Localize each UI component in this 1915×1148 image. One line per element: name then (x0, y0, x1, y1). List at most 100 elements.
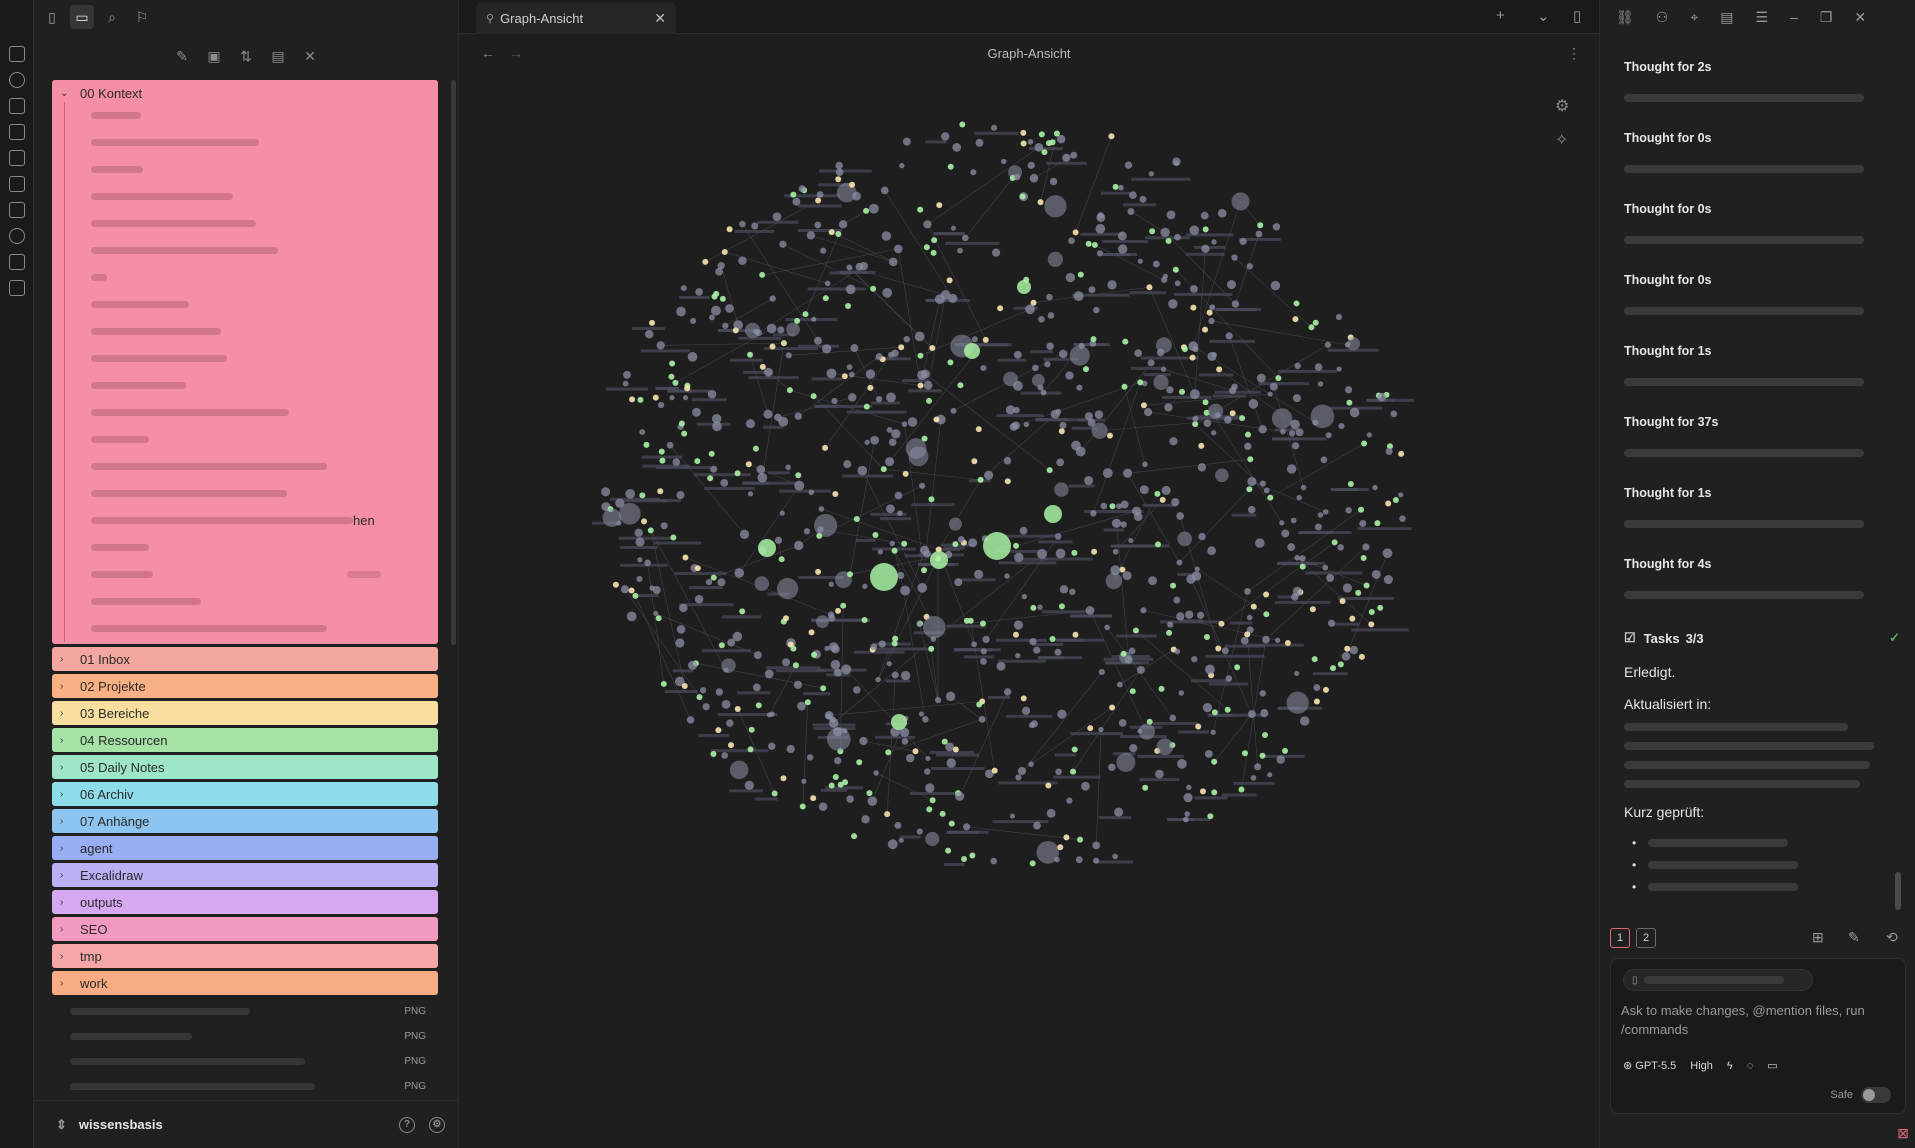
link-icon[interactable]: ⛓ (1616, 9, 1634, 26)
thought-item[interactable]: Thought for 2s (1624, 60, 1894, 131)
page-button[interactable]: 2 (1636, 928, 1656, 948)
list-icon[interactable] (9, 202, 25, 218)
forward-arrow-icon[interactable]: → (509, 45, 523, 61)
status-icon[interactable]: ⊠ (1897, 1125, 1909, 1142)
thought-item[interactable]: Thought for 0s (1624, 273, 1894, 344)
smile-icon[interactable] (9, 228, 25, 244)
tag-icon[interactable]: ⌖ (1690, 9, 1698, 26)
list-item[interactable] (91, 588, 438, 615)
context-file-chip[interactable]: ▯ (1623, 969, 1813, 991)
collapse-all-icon[interactable]: ✕ (300, 48, 320, 65)
tasks-header[interactable]: ☑ Tasks 3/3 ✓ (1624, 630, 1900, 646)
calendar-icon[interactable] (9, 124, 25, 140)
help-icon[interactable]: ? (399, 1117, 415, 1133)
chat-scrollbar[interactable] (1895, 872, 1901, 910)
new-note-icon[interactable]: ✎ (172, 48, 192, 65)
close-window-icon[interactable]: ✕ (1854, 9, 1866, 26)
list-item[interactable] (91, 183, 438, 210)
list-item[interactable] (91, 345, 438, 372)
tools-icon[interactable] (9, 254, 25, 270)
archive-icon[interactable]: ▤ (1720, 9, 1733, 26)
list-item[interactable] (91, 399, 438, 426)
tab-graph-view[interactable]: ⚲ Graph-Ansicht ✕ (476, 2, 676, 34)
folder-outputs[interactable]: › outputs (52, 890, 438, 914)
terminal-icon[interactable] (9, 176, 25, 192)
minimize-icon[interactable]: – (1790, 9, 1798, 25)
gear-icon[interactable]: ⚙ (429, 1117, 445, 1133)
thought-item[interactable]: Thought for 0s (1624, 131, 1894, 202)
search-icon[interactable]: ⌕ (100, 5, 124, 29)
back-arrow-icon[interactable]: ← (481, 45, 495, 61)
right-sidebar-toggle-icon[interactable]: ▯ (1573, 7, 1581, 25)
list-item[interactable]: PNG (52, 1074, 438, 1099)
model-selector[interactable]: ⊛ GPT-5.5 (1623, 1059, 1676, 1072)
list-item[interactable] (91, 453, 438, 480)
list-item[interactable] (91, 480, 438, 507)
list-item[interactable] (91, 372, 438, 399)
thought-item[interactable]: Thought for 4s (1624, 557, 1894, 628)
graph-animate-icon[interactable]: ✧ (1555, 130, 1568, 150)
lightning-icon[interactable]: ϟ (1727, 1060, 1733, 1072)
list-item[interactable] (91, 264, 438, 291)
thought-item[interactable]: Thought for 1s (1624, 344, 1894, 415)
folder-icon[interactable]: ▭ (70, 5, 94, 29)
folder-work[interactable]: › work (52, 971, 438, 995)
list-item[interactable] (91, 237, 438, 264)
safe-toggle[interactable] (1861, 1087, 1891, 1103)
list-item[interactable] (91, 534, 438, 561)
list-item[interactable] (91, 426, 438, 453)
folder-projekte[interactable]: › 02 Projekte (52, 674, 438, 698)
thought-item[interactable]: Thought for 0s (1624, 202, 1894, 273)
history-icon[interactable]: ⟲ (1886, 929, 1898, 946)
list-item[interactable]: PNG (52, 1049, 438, 1074)
folder-inbox[interactable]: › 01 Inbox (52, 647, 438, 671)
vault-switcher[interactable]: ⇕ wissensbasis ? ⚙ (34, 1100, 459, 1148)
new-tab-icon[interactable]: + (1496, 7, 1505, 24)
more-options-icon[interactable]: ⋮ (1567, 45, 1581, 62)
folder-open-icon[interactable]: ▭ (1767, 1059, 1777, 1072)
folder-archiv[interactable]: › 06 Archiv (52, 782, 438, 806)
graph-canvas[interactable] (459, 72, 1599, 1148)
copy-icon[interactable] (9, 150, 25, 166)
new-chat-icon[interactable]: ⊞ (1812, 929, 1824, 946)
folder-excalidraw[interactable]: › Excalidraw (52, 863, 438, 887)
list-item[interactable] (91, 129, 438, 156)
close-icon[interactable]: ✕ (654, 10, 666, 27)
new-folder-icon[interactable]: ▣ (204, 48, 224, 65)
file-icon[interactable] (9, 46, 25, 62)
effort-selector[interactable]: High (1690, 1060, 1713, 1072)
folder-daily-notes[interactable]: › 05 Daily Notes (52, 755, 438, 779)
sort-icon[interactable]: ⇅ (236, 48, 256, 65)
list-item[interactable] (91, 318, 438, 345)
list-item[interactable] (91, 210, 438, 237)
list-item[interactable]: PNG (52, 999, 438, 1024)
bot-icon[interactable] (9, 280, 25, 296)
folder-seo[interactable]: › SEO (52, 917, 438, 941)
list-item[interactable]: PNG (52, 1024, 438, 1049)
sidebar-toggle-icon[interactable]: ▯ (40, 5, 64, 29)
folder-agent[interactable]: › agent (52, 836, 438, 860)
auto-reveal-icon[interactable]: ▤ (268, 48, 288, 65)
folder-anhaenge[interactable]: › 07 Anhänge (52, 809, 438, 833)
list-item[interactable] (91, 156, 438, 183)
outline-icon[interactable]: ☰ (1755, 9, 1768, 26)
explorer-scrollbar[interactable] (451, 80, 456, 645)
graph-nodes[interactable] (601, 121, 1406, 867)
thought-item[interactable]: Thought for 37s (1624, 415, 1894, 486)
bookmark-icon[interactable]: ⚐ (130, 5, 154, 29)
agent-icon[interactable]: ⚇ (1656, 9, 1669, 26)
page-button[interactable]: 1 (1610, 928, 1630, 948)
list-item[interactable] (91, 291, 438, 318)
list-item[interactable]: hen (91, 507, 438, 534)
canvas-icon[interactable] (9, 98, 25, 114)
thought-item[interactable]: Thought for 1s (1624, 486, 1894, 557)
folder-bereiche[interactable]: › 03 Bereiche (52, 701, 438, 725)
folder-tmp[interactable]: › tmp (52, 944, 438, 968)
list-item[interactable] (91, 102, 438, 129)
edit-icon[interactable]: ✎ (1848, 929, 1860, 946)
chevron-down-icon[interactable]: ⌄ (1537, 7, 1550, 25)
graph-settings-icon[interactable]: ⚙ (1555, 96, 1569, 116)
graph-icon[interactable] (9, 72, 25, 88)
list-item[interactable] (91, 615, 438, 642)
folder-kontext[interactable]: ⌄ 00 Kontext hen (52, 80, 438, 644)
